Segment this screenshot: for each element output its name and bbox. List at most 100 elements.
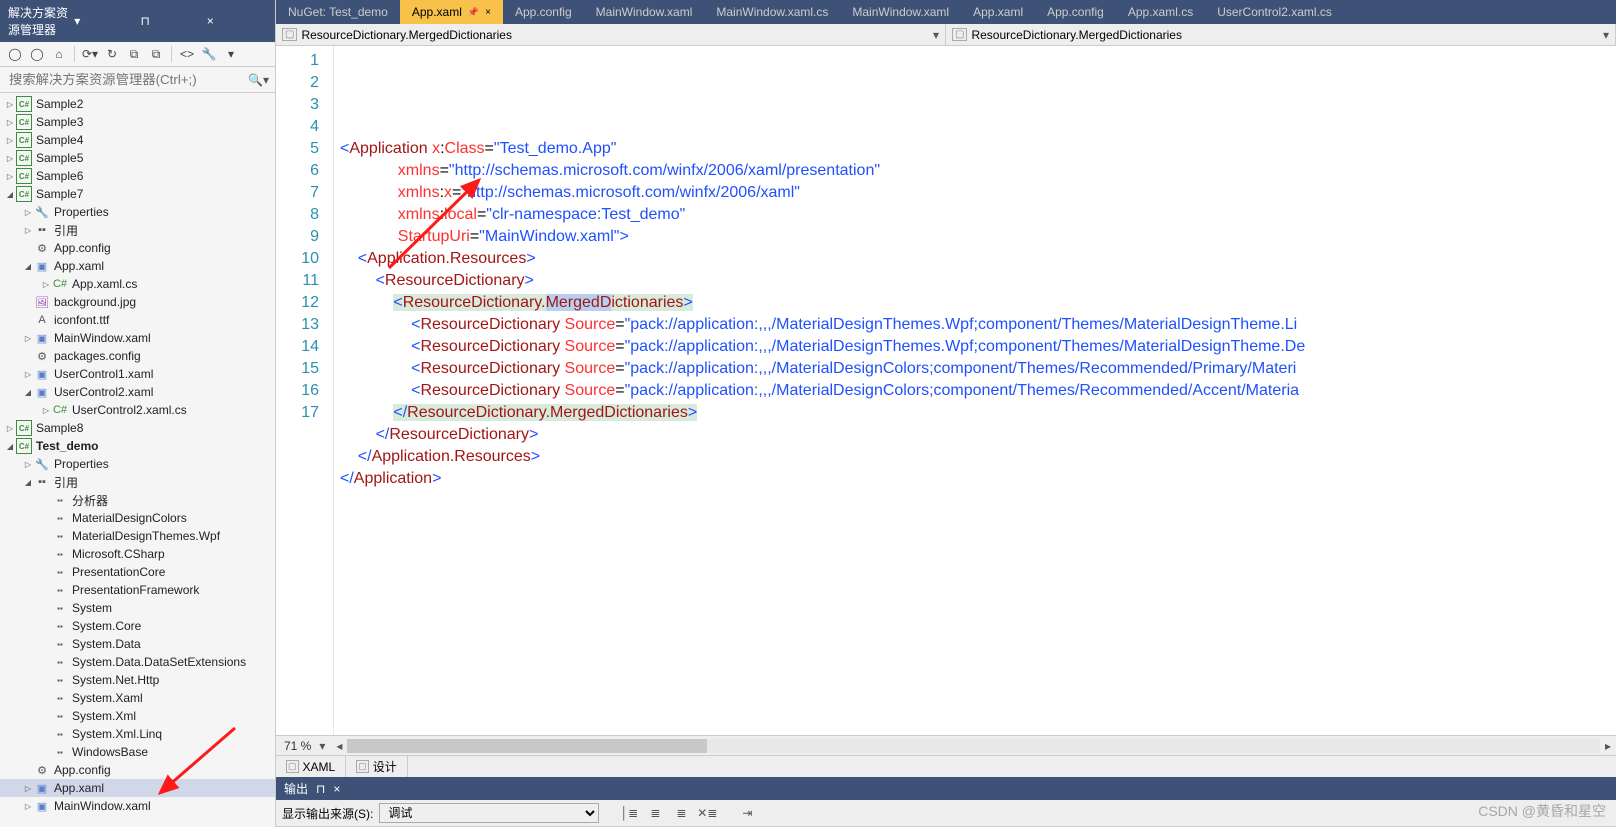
tree-node[interactable]: ▪▪System bbox=[0, 599, 275, 617]
refresh-icon[interactable]: ↻ bbox=[103, 45, 121, 63]
goto-prev-icon[interactable]: ≣ bbox=[645, 804, 665, 822]
document-tab[interactable]: App.xaml.cs bbox=[1116, 0, 1205, 24]
tree-node[interactable]: ▣MainWindow.xaml bbox=[0, 329, 275, 347]
expand-arrow-icon[interactable] bbox=[4, 423, 16, 434]
expand-arrow-icon[interactable] bbox=[22, 333, 34, 344]
tree-node[interactable]: ▣App.xaml bbox=[0, 779, 275, 797]
expand-arrow-icon[interactable] bbox=[4, 135, 16, 146]
code-line[interactable]: <ResourceDictionary Source="pack://appli… bbox=[334, 314, 1616, 336]
code-content[interactable]: <Application x:Class="Test_demo.App" xml… bbox=[334, 46, 1616, 735]
tree-node[interactable]: C#UserControl2.xaml.cs bbox=[0, 401, 275, 419]
scroll-left-icon[interactable]: ◂ bbox=[331, 739, 347, 753]
code-line[interactable]: </Application.Resources> bbox=[334, 446, 1616, 468]
tree-node[interactable]: ▣UserControl1.xaml bbox=[0, 365, 275, 383]
tree-node[interactable]: ▪▪PresentationFramework bbox=[0, 581, 275, 599]
tree-node[interactable]: ▪▪MaterialDesignThemes.Wpf bbox=[0, 527, 275, 545]
pin-icon[interactable]: ⊓ bbox=[141, 14, 201, 28]
code-view-icon[interactable]: <> bbox=[178, 45, 196, 63]
expand-arrow-icon[interactable] bbox=[4, 171, 16, 182]
goto-next-icon[interactable]: ≣ bbox=[671, 804, 691, 822]
code-line[interactable]: <ResourceDictionary Source="pack://appli… bbox=[334, 358, 1616, 380]
tree-node[interactable]: ▪▪System.Data.DataSetExtensions bbox=[0, 653, 275, 671]
tree-node[interactable]: ⚙App.config bbox=[0, 239, 275, 257]
nav-left[interactable]: ▢ ResourceDictionary.MergedDictionaries … bbox=[276, 24, 946, 45]
document-tab[interactable]: NuGet: Test_demo bbox=[276, 0, 400, 24]
home-icon[interactable]: ⌂ bbox=[50, 45, 68, 63]
tree-node[interactable]: C#Test_demo bbox=[0, 437, 275, 455]
collapse-icon[interactable]: ⧉ bbox=[125, 45, 143, 63]
tree-node[interactable]: C#App.xaml.cs bbox=[0, 275, 275, 293]
code-line[interactable] bbox=[334, 490, 1616, 512]
expand-arrow-icon[interactable] bbox=[4, 441, 16, 452]
tree-node[interactable]: ▣MainWindow.xaml bbox=[0, 797, 275, 815]
code-line[interactable]: </ResourceDictionary> bbox=[334, 424, 1616, 446]
word-wrap-icon[interactable]: ⇥ bbox=[737, 804, 757, 822]
tree-node[interactable]: C#Sample5 bbox=[0, 149, 275, 167]
document-tab[interactable]: MainWindow.xaml.cs bbox=[704, 0, 840, 24]
more-icon[interactable]: ▾ bbox=[222, 45, 240, 63]
tree-node[interactable]: ▪▪分析器 bbox=[0, 491, 275, 509]
tree-node[interactable]: ▪▪System.Xaml bbox=[0, 689, 275, 707]
search-input[interactable] bbox=[6, 69, 248, 90]
code-line[interactable]: StartupUri="MainWindow.xaml"> bbox=[334, 226, 1616, 248]
tab-design[interactable]: ▢设计 bbox=[346, 756, 408, 777]
expand-arrow-icon[interactable] bbox=[4, 117, 16, 128]
tree-node[interactable]: ⚙App.config bbox=[0, 761, 275, 779]
tree-node[interactable]: C#Sample3 bbox=[0, 113, 275, 131]
code-editor[interactable]: 1234567891011121314151617 <Application x… bbox=[276, 46, 1616, 735]
output-source-select[interactable]: 调试 bbox=[379, 803, 599, 823]
close-icon[interactable]: × bbox=[333, 782, 340, 796]
expand-arrow-icon[interactable] bbox=[22, 207, 34, 218]
expand-arrow-icon[interactable] bbox=[22, 225, 34, 236]
expand-arrow-icon[interactable] bbox=[4, 189, 16, 200]
search-icon[interactable]: 🔍▾ bbox=[248, 73, 269, 87]
close-icon[interactable]: × bbox=[485, 7, 491, 18]
document-tab[interactable]: UserControl2.xaml.cs bbox=[1205, 0, 1344, 24]
document-tab[interactable]: App.config bbox=[503, 0, 584, 24]
tree-node[interactable]: ▪▪Microsoft.CSharp bbox=[0, 545, 275, 563]
back-icon[interactable]: ◯ bbox=[6, 45, 24, 63]
code-line[interactable]: <ResourceDictionary> bbox=[334, 270, 1616, 292]
expand-arrow-icon[interactable] bbox=[4, 99, 16, 110]
pin-icon[interactable]: 📌 bbox=[468, 7, 479, 18]
tree-node[interactable]: C#Sample7 bbox=[0, 185, 275, 203]
code-line[interactable]: xmlns:local="clr-namespace:Test_demo" bbox=[334, 204, 1616, 226]
code-line[interactable]: <ResourceDictionary Source="pack://appli… bbox=[334, 380, 1616, 402]
document-tab[interactable]: App.config bbox=[1035, 0, 1116, 24]
scrollbar-thumb[interactable] bbox=[347, 739, 707, 753]
zoom-dropdown-icon[interactable]: ▾ bbox=[319, 739, 331, 753]
expand-arrow-icon[interactable] bbox=[22, 783, 34, 794]
forward-icon[interactable]: ◯ bbox=[28, 45, 46, 63]
expand-arrow-icon[interactable] bbox=[40, 279, 52, 290]
tree-node[interactable]: Aiconfont.ttf bbox=[0, 311, 275, 329]
code-line[interactable]: <Application x:Class="Test_demo.App" bbox=[334, 138, 1616, 160]
code-line[interactable]: </Application> bbox=[334, 468, 1616, 490]
clear-icon[interactable]: ✕≣ bbox=[697, 804, 717, 822]
tree-node[interactable]: 🖼background.jpg bbox=[0, 293, 275, 311]
expand-arrow-icon[interactable] bbox=[22, 261, 34, 272]
expand-arrow-icon[interactable] bbox=[22, 459, 34, 470]
chevron-down-icon[interactable]: ▾ bbox=[933, 28, 939, 42]
expand-arrow-icon[interactable] bbox=[22, 477, 34, 488]
tree-node[interactable]: C#Sample4 bbox=[0, 131, 275, 149]
tree-node[interactable]: ▪▪MaterialDesignColors bbox=[0, 509, 275, 527]
tab-xaml[interactable]: ▢XAML bbox=[276, 756, 346, 777]
tree-node[interactable]: ▪▪System.Xml.Linq bbox=[0, 725, 275, 743]
nav-right[interactable]: ▢ ResourceDictionary.MergedDictionaries … bbox=[946, 24, 1616, 45]
tree-node[interactable]: 🔧Properties bbox=[0, 203, 275, 221]
find-icon[interactable]: │≣ bbox=[619, 804, 639, 822]
tree-node[interactable]: ⚙packages.config bbox=[0, 347, 275, 365]
tree-node[interactable]: ▪▪System.Net.Http bbox=[0, 671, 275, 689]
tree-node[interactable]: ▪▪WindowsBase bbox=[0, 743, 275, 761]
tree-node[interactable]: C#Sample6 bbox=[0, 167, 275, 185]
sync-icon[interactable]: ⟳▾ bbox=[81, 45, 99, 63]
horizontal-scrollbar[interactable] bbox=[347, 739, 1600, 753]
code-line[interactable]: <ResourceDictionary.MergedDictionaries> bbox=[334, 292, 1616, 314]
document-tab[interactable]: MainWindow.xaml bbox=[584, 0, 705, 24]
expand-arrow-icon[interactable] bbox=[40, 405, 52, 416]
tree-node[interactable]: C#Sample8 bbox=[0, 419, 275, 437]
code-line[interactable]: <Application.Resources> bbox=[334, 248, 1616, 270]
tree-node[interactable]: ▪▪System.Xml bbox=[0, 707, 275, 725]
tree-node[interactable]: ▪▪引用 bbox=[0, 221, 275, 239]
tree-node[interactable]: ▪▪System.Data bbox=[0, 635, 275, 653]
